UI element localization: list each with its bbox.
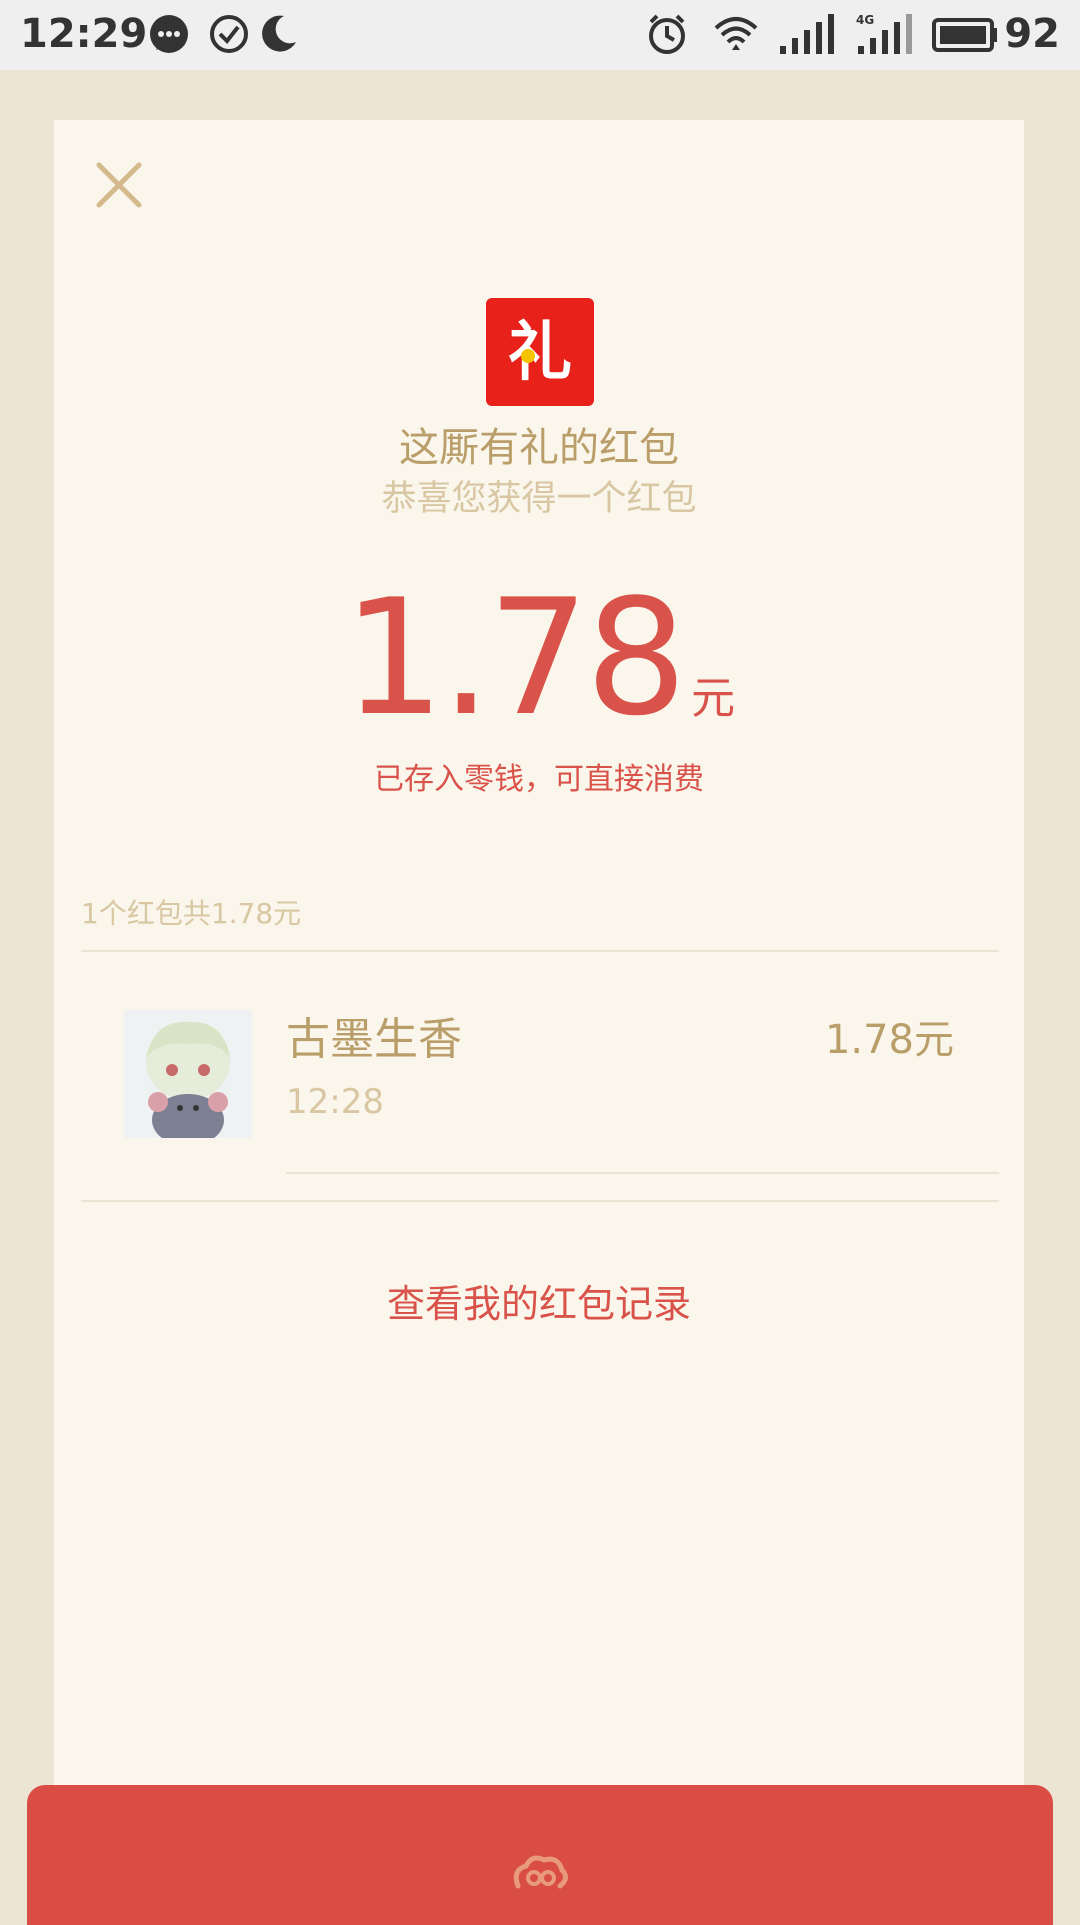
avatar-image-icon: [124, 1010, 252, 1138]
packet-title: 这厮有礼的红包: [399, 425, 679, 471]
battery-icon: [932, 18, 997, 52]
view-history-link[interactable]: 查看我的红包记录: [54, 1276, 1024, 1332]
svg-text:4G: 4G: [856, 13, 874, 27]
packet-subtitle: 恭喜您获得一个红包: [381, 479, 697, 519]
sender-name: 古墨生香: [286, 1014, 462, 1065]
divider: [81, 950, 999, 952]
wifi-icon: [714, 17, 758, 50]
deposit-note: 已存入零钱，可直接消费: [374, 762, 704, 797]
status-time: 12:29: [20, 11, 148, 57]
cloud-swirl-icon: [513, 1855, 568, 1889]
logo-char: 礼: [508, 316, 572, 390]
red-packet-detail-card: 礼 这厮有礼的红包 恭喜您获得一个红包 1.78 元 已存入零钱，可直接消费 1个…: [54, 120, 1024, 1840]
app-logo: 礼: [486, 298, 594, 406]
message-icon: [150, 15, 188, 53]
signal-icon: [780, 14, 834, 54]
sender-amount: 1.78元: [824, 1017, 954, 1063]
avatar: [124, 1010, 252, 1138]
moon-icon: [262, 15, 296, 52]
alarm-icon: [649, 14, 685, 54]
status-bar: 12:29 4G 92: [0, 0, 1080, 70]
divider: [286, 1172, 999, 1174]
zigzag-edge: [54, 1832, 1024, 1844]
amount-value: 1.78: [342, 564, 687, 751]
amount-unit: 元: [691, 673, 736, 724]
divider: [81, 1200, 999, 1202]
battery-level: 92: [1004, 11, 1060, 57]
close-icon[interactable]: [89, 155, 149, 215]
sender-time: 12:28: [286, 1082, 384, 1122]
amount-display: 1.78 元: [54, 578, 1024, 738]
4g-signal-icon: 4G: [856, 13, 912, 54]
gift-logo-icon: 礼: [508, 316, 572, 390]
packet-summary: 1个红包共1.78元: [81, 897, 302, 930]
check-circle-icon: [210, 15, 248, 53]
